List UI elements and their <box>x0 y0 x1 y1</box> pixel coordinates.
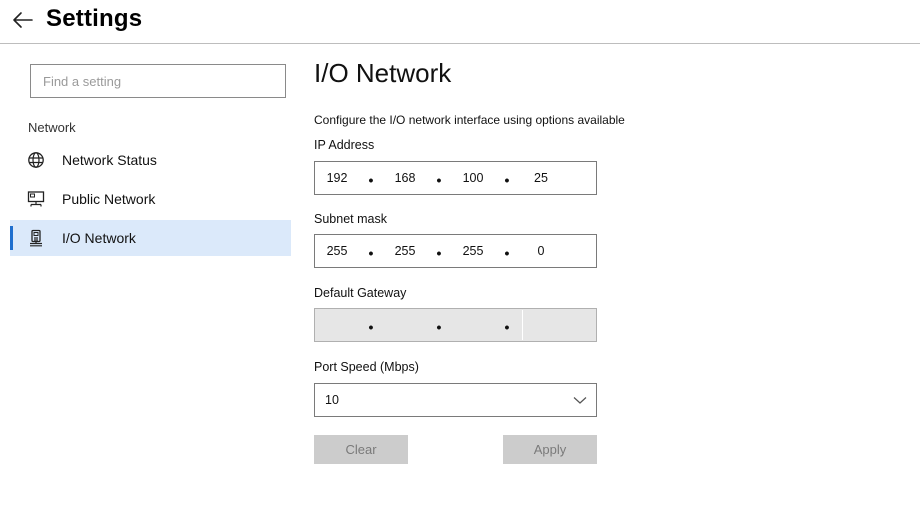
search-input[interactable] <box>31 65 285 97</box>
device-port-icon <box>26 228 46 248</box>
sidebar-item-public-network[interactable]: Public Network <box>10 181 291 217</box>
subnet-octet-2[interactable] <box>383 235 427 267</box>
page-header-title: Settings <box>46 5 143 32</box>
ip-address-label: IP Address <box>314 138 375 152</box>
gateway-octet-1[interactable] <box>315 309 359 341</box>
octet-separator: • <box>436 319 442 335</box>
octet-separator: • <box>504 172 510 188</box>
globe-icon <box>26 150 46 170</box>
default-gateway-field[interactable]: • • • <box>314 308 597 342</box>
subnet-octet-4[interactable] <box>519 235 563 267</box>
sidebar: Network Network Status Public Network <box>0 44 292 512</box>
sidebar-item-io-network[interactable]: I/O Network <box>10 220 291 256</box>
octet-separator: • <box>368 172 374 188</box>
text-cursor <box>522 310 523 340</box>
sidebar-item-network-status[interactable]: Network Status <box>10 142 291 178</box>
subnet-octet-3[interactable] <box>451 235 495 267</box>
octet-separator: • <box>368 319 374 335</box>
chevron-down-icon <box>573 397 587 404</box>
ip-octet-3[interactable] <box>451 162 495 194</box>
sidebar-item-label: Network Status <box>62 152 157 168</box>
page-title: I/O Network <box>314 58 452 88</box>
arrow-left-icon <box>13 12 33 28</box>
gateway-octet-3[interactable] <box>451 309 495 341</box>
octet-separator: • <box>436 245 442 261</box>
subnet-mask-field[interactable]: • • • <box>314 234 597 268</box>
gateway-octet-4[interactable] <box>519 309 563 341</box>
octet-separator: • <box>368 245 374 261</box>
subnet-octet-1[interactable] <box>315 235 359 267</box>
ip-octet-1[interactable] <box>315 162 359 194</box>
gateway-octet-2[interactable] <box>383 309 427 341</box>
ip-octet-2[interactable] <box>383 162 427 194</box>
ip-octet-4[interactable] <box>519 162 563 194</box>
back-button[interactable] <box>8 6 36 34</box>
ip-address-field[interactable]: • • • <box>314 161 597 195</box>
title-bar: Settings <box>0 0 920 44</box>
octet-separator: • <box>504 319 510 335</box>
sidebar-item-label: Public Network <box>62 191 156 207</box>
apply-button[interactable]: Apply <box>503 435 597 464</box>
octet-separator: • <box>436 172 442 188</box>
port-speed-value: 10 <box>325 393 339 407</box>
port-speed-label: Port Speed (Mbps) <box>314 360 419 374</box>
monitor-network-icon <box>26 189 46 209</box>
octet-separator: • <box>504 245 510 261</box>
clear-button[interactable]: Clear <box>314 435 408 464</box>
port-speed-dropdown[interactable]: 10 <box>314 383 597 417</box>
search-box[interactable] <box>30 64 286 98</box>
sidebar-section-label: Network <box>28 120 76 135</box>
main-content: I/O Network Configure the I/O network in… <box>314 44 904 512</box>
page-description: Configure the I/O network interface usin… <box>314 113 625 127</box>
subnet-mask-label: Subnet mask <box>314 212 387 226</box>
sidebar-item-label: I/O Network <box>62 230 136 246</box>
default-gateway-label: Default Gateway <box>314 286 407 300</box>
